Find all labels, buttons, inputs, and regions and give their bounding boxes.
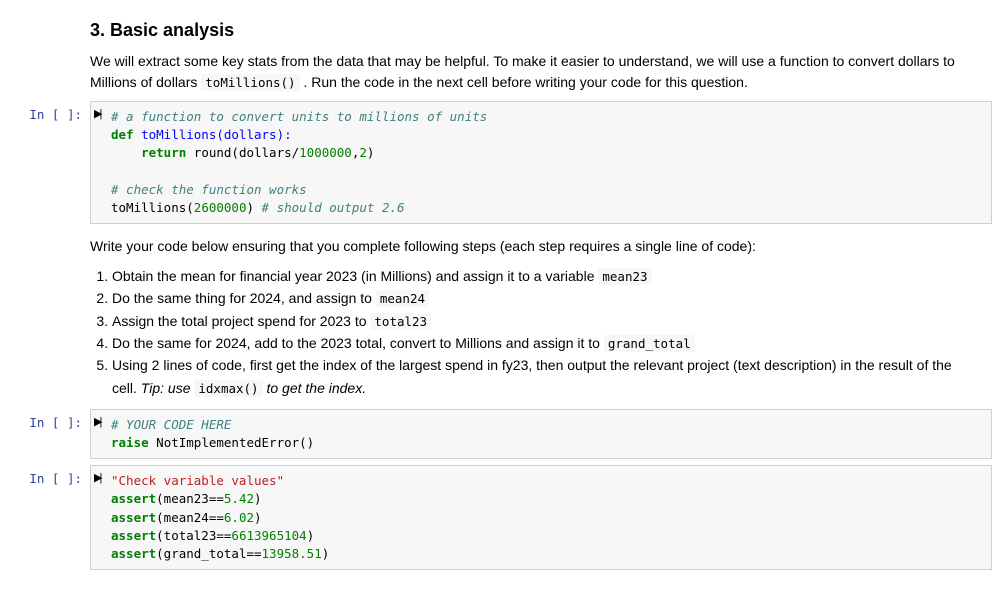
code-text: ) — [254, 491, 262, 506]
list-item: Obtain the mean for financial year 2023 … — [112, 265, 972, 287]
code-comment: # should output 2.6 — [262, 200, 405, 215]
list-item: Using 2 lines of code, first get the ind… — [112, 354, 972, 399]
keyword-assert: assert — [111, 510, 156, 525]
code-text: (mean23== — [156, 491, 224, 506]
keyword-assert: assert — [111, 546, 156, 561]
step-text: Obtain the mean for financial year 2023 … — [112, 268, 598, 284]
keyword-return: return — [141, 145, 186, 160]
code-text: (grand_total== — [156, 546, 261, 561]
code-cell-3[interactable]: In [ ]: ▶| "Check variable values" asser… — [0, 465, 992, 570]
number-literal: 2 — [359, 145, 367, 160]
code-text: NotImplementedError() — [149, 435, 315, 450]
intro-text-2: . Run the code in the next cell before w… — [300, 74, 748, 90]
number-literal: 1000000 — [299, 145, 352, 160]
step-text: Assign the total project spend for 2023 … — [112, 313, 370, 329]
inline-code-tomillions: toMillions() — [201, 74, 299, 91]
inline-code: grand_total — [604, 335, 695, 352]
tip-text: Tip: use — [141, 380, 195, 396]
number-literal: 2600000 — [194, 200, 247, 215]
code-text: ) — [246, 200, 261, 215]
inline-code: total23 — [370, 313, 431, 330]
keyword-assert: assert — [111, 491, 156, 506]
list-item: Do the same for 2024, add to the 2023 to… — [112, 332, 972, 354]
run-cell-icon[interactable]: ▶| — [94, 107, 99, 120]
inline-code: mean23 — [598, 268, 651, 285]
code-text: ) — [322, 546, 330, 561]
code-comment: # a function to convert units to million… — [111, 109, 487, 124]
string-literal: "Check variable values" — [111, 473, 284, 488]
tip-text-2: to get the index. — [263, 380, 367, 396]
step-text: Do the same for 2024, add to the 2023 to… — [112, 335, 604, 351]
code-text: ) — [307, 528, 315, 543]
number-literal: 5.42 — [224, 491, 254, 506]
code-text: ) — [367, 145, 375, 160]
code-text: toMillions( — [111, 200, 194, 215]
code-cell-2[interactable]: In [ ]: ▶| # YOUR CODE HERE raise NotImp… — [0, 409, 992, 459]
run-cell-icon[interactable]: ▶| — [94, 415, 99, 428]
steps-list: Obtain the mean for financial year 2023 … — [112, 265, 972, 399]
list-item: Assign the total project spend for 2023 … — [112, 310, 972, 332]
func-name: toMillions(dollars): — [134, 127, 292, 142]
markdown-cell: 3. Basic analysis We will extract some k… — [90, 20, 972, 93]
number-literal: 6613965104 — [231, 528, 306, 543]
step-text: Do the same thing for 2024, and assign t… — [112, 290, 376, 306]
code-cell-1[interactable]: In [ ]: ▶| # a function to convert units… — [0, 101, 992, 224]
inline-code: mean24 — [376, 290, 429, 307]
number-literal: 6.02 — [224, 510, 254, 525]
code-input-area[interactable]: # YOUR CODE HERE raise NotImplementedErr… — [90, 409, 992, 459]
code-text: (total23== — [156, 528, 231, 543]
instructions-text: Write your code below ensuring that you … — [90, 236, 972, 257]
input-prompt: In [ ]: — [0, 409, 90, 459]
keyword-def: def — [111, 127, 134, 142]
section-heading: 3. Basic analysis — [90, 20, 972, 41]
code-text: (mean24== — [156, 510, 224, 525]
inline-code: idxmax() — [194, 380, 262, 397]
code-text: round(dollars/ — [186, 145, 299, 160]
keyword-assert: assert — [111, 528, 156, 543]
run-cell-icon[interactable]: ▶| — [94, 471, 99, 484]
code-input-area[interactable]: # a function to convert units to million… — [90, 101, 992, 224]
input-prompt: In [ ]: — [0, 101, 90, 224]
input-prompt: In [ ]: — [0, 465, 90, 570]
list-item: Do the same thing for 2024, and assign t… — [112, 287, 972, 309]
code-input-area[interactable]: "Check variable values" assert(mean23==5… — [90, 465, 992, 570]
keyword-raise: raise — [111, 435, 149, 450]
code-comment: # YOUR CODE HERE — [111, 417, 231, 432]
code-comment: # check the function works — [111, 182, 307, 197]
markdown-cell: Write your code below ensuring that you … — [90, 236, 972, 399]
number-literal: 13958.51 — [262, 546, 322, 561]
intro-paragraph: We will extract some key stats from the … — [90, 51, 972, 93]
code-text: ) — [254, 510, 262, 525]
